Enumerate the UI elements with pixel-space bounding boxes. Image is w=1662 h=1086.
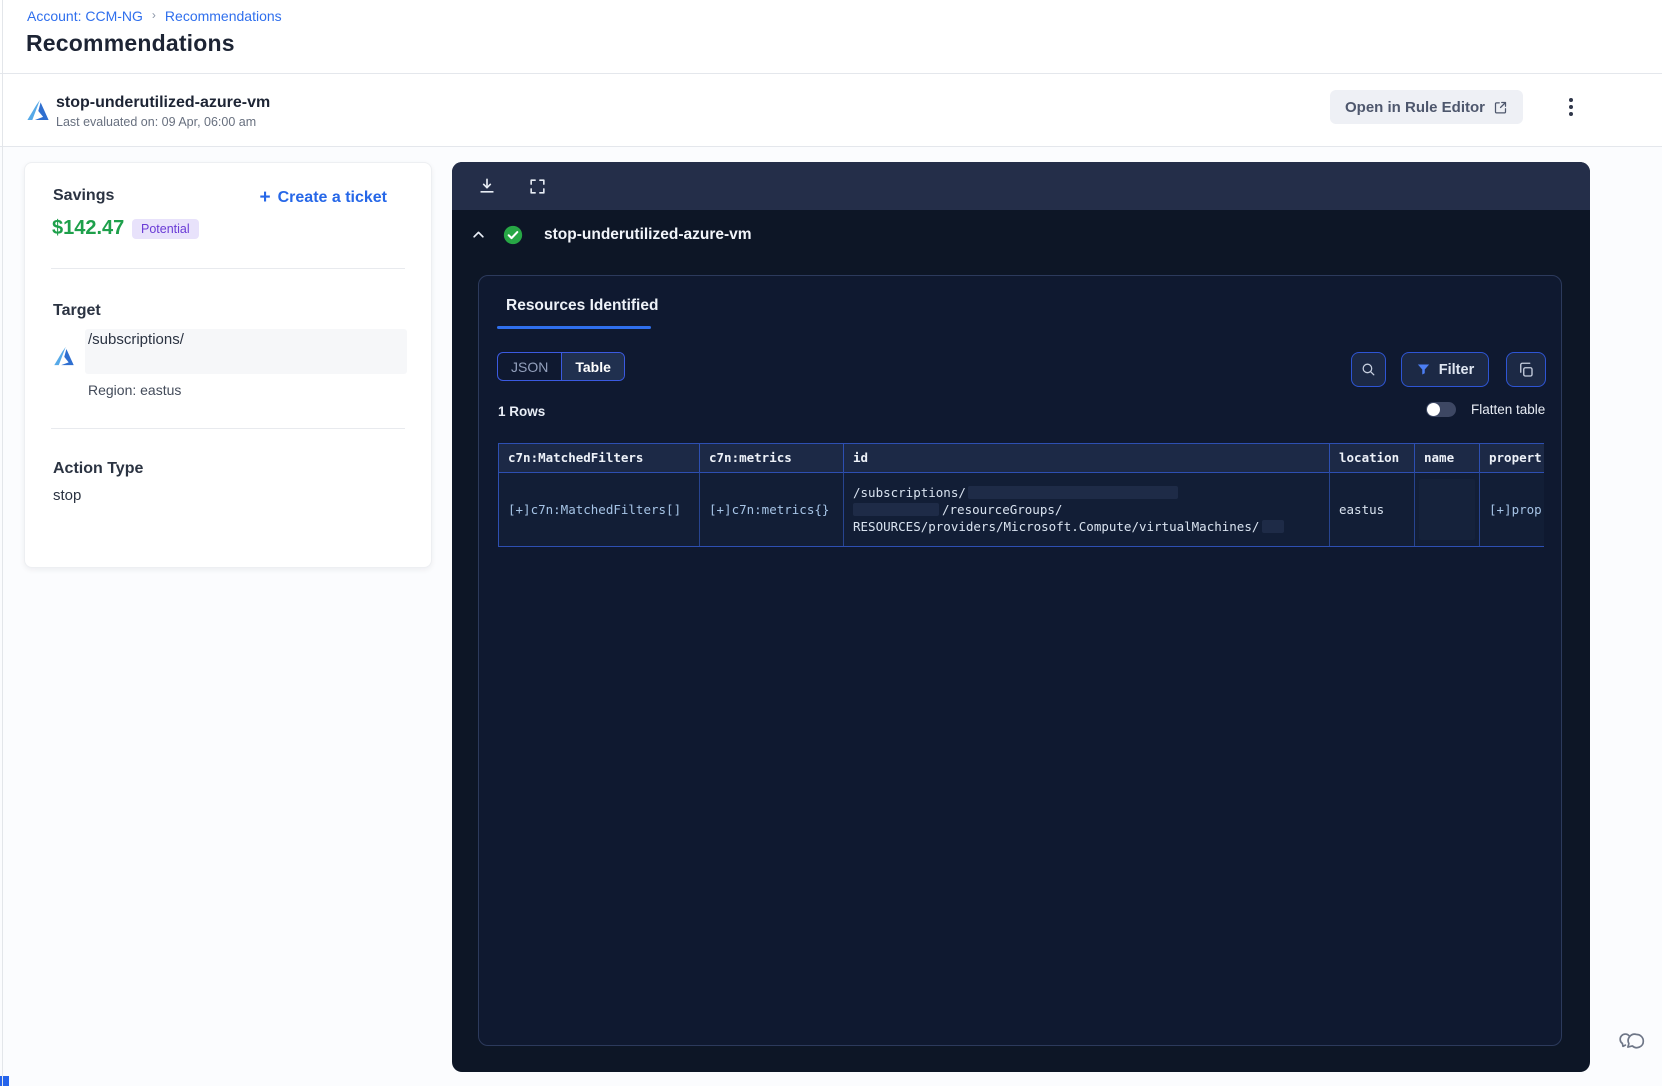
toggle-table-button[interactable]: Table — [562, 353, 624, 380]
resources-panel: stop-underutilized-azure-vm Resources Id… — [452, 162, 1590, 1072]
redacted-subscription-id — [967, 486, 1178, 499]
page-edge-divider — [2, 0, 3, 1086]
cell-metrics[interactable]: [+]c7n:metrics{} — [700, 472, 844, 546]
funnel-icon — [1416, 362, 1431, 377]
card-divider — [51, 268, 405, 269]
flatten-table-label: Flatten table — [1471, 402, 1546, 417]
toggle-json-button[interactable]: JSON — [498, 353, 563, 380]
target-label: Target — [53, 302, 101, 319]
rule-header-bar: stop-underutilized-azure-vm Last evaluat… — [0, 74, 1662, 146]
card-divider — [51, 428, 405, 429]
success-check-icon — [502, 224, 524, 246]
tab-resources-identified[interactable]: Resources Identified — [506, 297, 658, 315]
potential-badge: Potential — [132, 219, 199, 239]
cell-properties[interactable]: [+]prop — [1480, 472, 1544, 546]
flatten-table-control: Flatten table — [1426, 402, 1545, 417]
open-in-rule-editor-button[interactable]: Open in Rule Editor — [1330, 90, 1524, 124]
filter-label: Filter — [1438, 361, 1475, 378]
table-header-row: c7n:MatchedFilters c7n:metrics id locati… — [499, 444, 1544, 472]
cell-location[interactable]: eastus — [1330, 472, 1415, 546]
panel-rule-name: stop-underutilized-azure-vm — [544, 226, 752, 243]
breadcrumb-account-link[interactable]: Account: CCM-NG — [27, 8, 143, 24]
copy-button[interactable] — [1506, 352, 1546, 387]
action-type-value: stop — [53, 487, 82, 504]
cell-id[interactable]: /subscriptions/ /resourceGroups/ RESOURC… — [844, 472, 1330, 546]
id-line-2: /resourceGroups/ — [942, 502, 1063, 517]
fullscreen-button[interactable] — [526, 175, 548, 197]
column-header-id[interactable]: id — [844, 444, 1330, 472]
breadcrumb-chevron-icon: › — [151, 8, 156, 22]
savings-label: Savings — [53, 187, 115, 204]
savings-card: Savings + Create a ticket $142.47 Potent… — [24, 162, 432, 568]
azure-logo-icon — [26, 98, 50, 122]
more-options-kebab-button[interactable] — [1562, 92, 1580, 122]
page-header-region: Account: CCM-NG › Recommendations Recomm… — [0, 0, 1662, 147]
header-divider-bottom — [0, 146, 1662, 147]
target-region: Region: eastus — [88, 382, 182, 398]
id-line-1: /subscriptions/ — [853, 485, 966, 500]
search-button[interactable] — [1351, 352, 1386, 387]
breadcrumb: Account: CCM-NG › Recommendations — [27, 8, 282, 24]
column-header-properties[interactable]: propert — [1480, 444, 1544, 472]
azure-icon — [53, 345, 75, 367]
results-table-clip: c7n:MatchedFilters c7n:metrics id locati… — [498, 443, 1544, 549]
id-line-3: RESOURCES/providers/Microsoft.Compute/vi… — [853, 519, 1260, 534]
filter-button[interactable]: Filter — [1401, 352, 1489, 387]
view-toggle: JSON Table — [497, 352, 625, 381]
column-header-matchedfilters[interactable]: c7n:MatchedFilters — [499, 444, 700, 472]
plus-icon: + — [259, 187, 271, 208]
rows-count: 1 Rows — [498, 404, 546, 419]
cell-name[interactable] — [1415, 472, 1480, 546]
table-row: [+]c7n:MatchedFilters[] [+]c7n:metrics{}… — [499, 472, 1544, 546]
column-header-name[interactable]: name — [1415, 444, 1480, 472]
column-header-location[interactable]: location — [1330, 444, 1415, 472]
active-tab-underline — [497, 326, 651, 329]
panel-toolbar — [452, 162, 1590, 210]
rule-name: stop-underutilized-azure-vm — [56, 94, 271, 111]
redacted-vm-name — [1262, 520, 1285, 533]
collapse-chevron-up-icon[interactable] — [468, 225, 488, 245]
redacted-resource-group-prefix — [853, 503, 939, 516]
column-header-metrics[interactable]: c7n:metrics — [700, 444, 844, 472]
flatten-table-toggle[interactable] — [1426, 402, 1456, 417]
chat-help-button[interactable] — [1618, 1026, 1650, 1058]
breadcrumb-recommendations-link[interactable]: Recommendations — [165, 8, 282, 24]
download-button[interactable] — [476, 175, 498, 197]
cell-matchedfilters[interactable]: [+]c7n:MatchedFilters[] — [499, 472, 700, 546]
external-link-icon — [1493, 100, 1508, 115]
target-path: /subscriptions/ — [88, 331, 184, 348]
create-ticket-label: Create a ticket — [277, 189, 387, 206]
savings-amount: $142.47 — [52, 217, 125, 239]
create-ticket-button[interactable]: + Create a ticket — [259, 187, 388, 208]
page-title: Recommendations — [26, 30, 235, 56]
rule-last-evaluated: Last evaluated on: 09 Apr, 06:00 am — [56, 115, 257, 129]
results-table: c7n:MatchedFilters c7n:metrics id locati… — [498, 443, 1544, 547]
chat-bubbles-icon — [1618, 1027, 1650, 1057]
open-in-rule-editor-label: Open in Rule Editor — [1345, 98, 1486, 116]
action-type-label: Action Type — [53, 460, 144, 477]
panel-rule-row: stop-underutilized-azure-vm — [468, 224, 752, 246]
resources-identified-card: Resources Identified JSON Table Filter 1… — [478, 275, 1562, 1046]
redacted-name-value — [1419, 479, 1475, 540]
